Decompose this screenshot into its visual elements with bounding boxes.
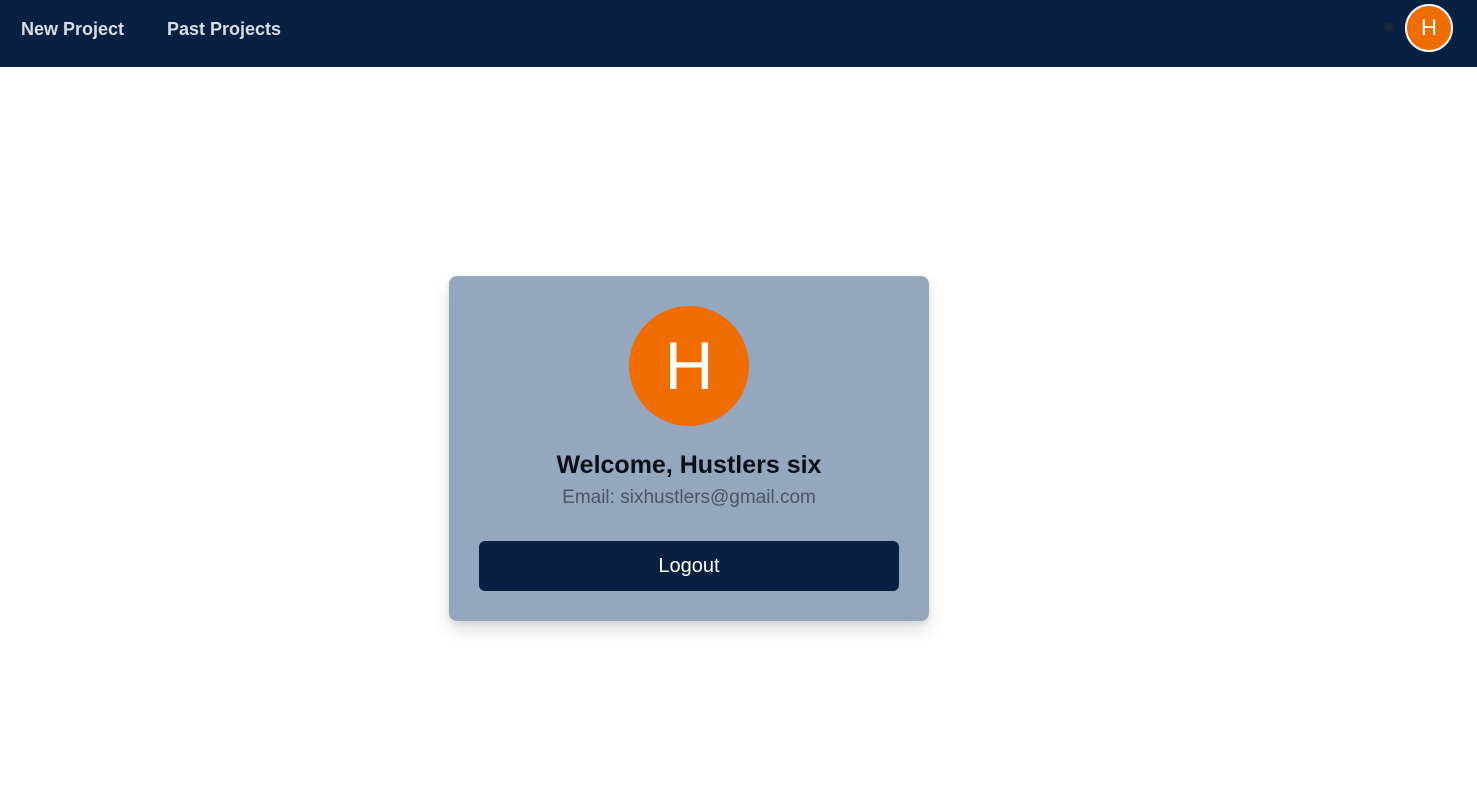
nav-new-project-link[interactable]: New Project (21, 18, 124, 40)
profile-card: H Welcome, Hustlers six Email: sixhustle… (449, 276, 929, 621)
nav-past-projects-link[interactable]: Past Projects (167, 18, 281, 40)
email-label: Email: (562, 487, 615, 508)
top-navbar: New Project Past Projects H (0, 0, 1477, 67)
status-dot (1384, 22, 1394, 32)
welcome-heading: Welcome, Hustlers six (556, 451, 822, 479)
user-avatar-button[interactable]: H (1405, 4, 1453, 52)
logout-button[interactable]: Logout (479, 541, 899, 591)
email-line: Email: sixhustlers@gmail.com (449, 486, 929, 510)
email-value: sixhustlers@gmail.com (620, 487, 816, 508)
profile-avatar: H (629, 306, 749, 426)
